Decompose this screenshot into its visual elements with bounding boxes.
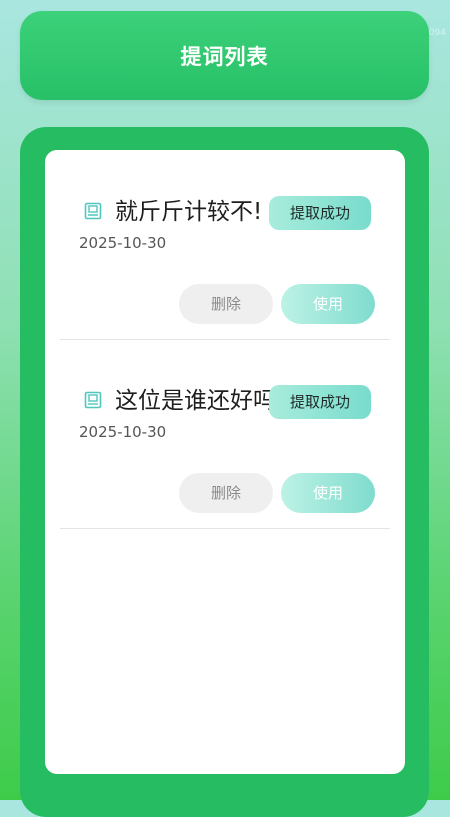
delete-button[interactable]: 删除 (179, 284, 273, 324)
page-title: 提词列表 (180, 44, 269, 69)
prompt-list-card: 就斤斤计较不! 提取成功 2025-10-30 删除 使用 这位是谁还好吗 提取… (45, 150, 405, 774)
book-icon (84, 391, 102, 409)
item-date: 2025-10-30 (79, 423, 167, 441)
delete-button[interactable]: 删除 (179, 473, 273, 513)
list-item: 就斤斤计较不! 提取成功 2025-10-30 删除 使用 (45, 150, 405, 340)
item-title[interactable]: 这位是谁还好吗 (115, 386, 271, 416)
list-item: 这位是谁还好吗 提取成功 2025-10-30 删除 使用 (45, 339, 405, 529)
item-date: 2025-10-30 (79, 234, 167, 252)
status-badge: 提取成功 (269, 196, 371, 230)
book-icon (84, 202, 102, 220)
use-button[interactable]: 使用 (281, 473, 375, 513)
page-header: 提词列表 (20, 11, 429, 100)
use-button[interactable]: 使用 (281, 284, 375, 324)
item-title[interactable]: 就斤斤计较不! (115, 197, 271, 227)
divider (60, 528, 390, 529)
status-badge: 提取成功 (269, 385, 371, 419)
